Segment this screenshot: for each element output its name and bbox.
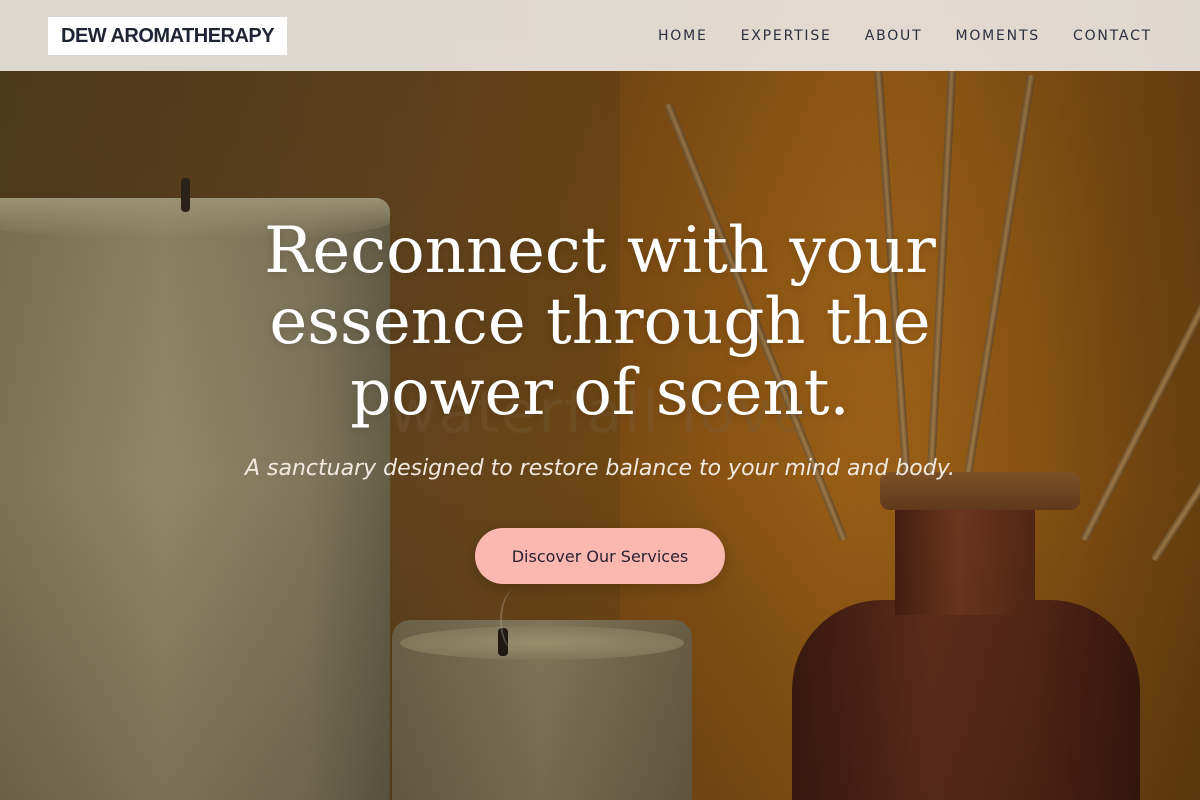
- discover-services-button[interactable]: Discover Our Services: [475, 528, 725, 584]
- landing-page: DEW AROMATHERAPY HOME EXPERTISE ABOUT MO…: [0, 0, 1200, 800]
- hero-title: Reconnect with your essence through the …: [264, 214, 936, 430]
- site-header: DEW AROMATHERAPY HOME EXPERTISE ABOUT MO…: [0, 0, 1200, 71]
- nav-link-home[interactable]: HOME: [658, 28, 708, 44]
- nav-link-moments[interactable]: MOMENTS: [955, 28, 1040, 44]
- main-nav: HOME EXPERTISE ABOUT MOMENTS CONTACT: [658, 28, 1152, 44]
- nav-link-about[interactable]: ABOUT: [865, 28, 923, 44]
- hero-subtitle: A sanctuary designed to restore balance …: [244, 456, 956, 481]
- nav-link-expertise[interactable]: EXPERTISE: [741, 28, 832, 44]
- brand-logo[interactable]: DEW AROMATHERAPY: [48, 16, 288, 55]
- nav-link-contact[interactable]: CONTACT: [1073, 28, 1152, 44]
